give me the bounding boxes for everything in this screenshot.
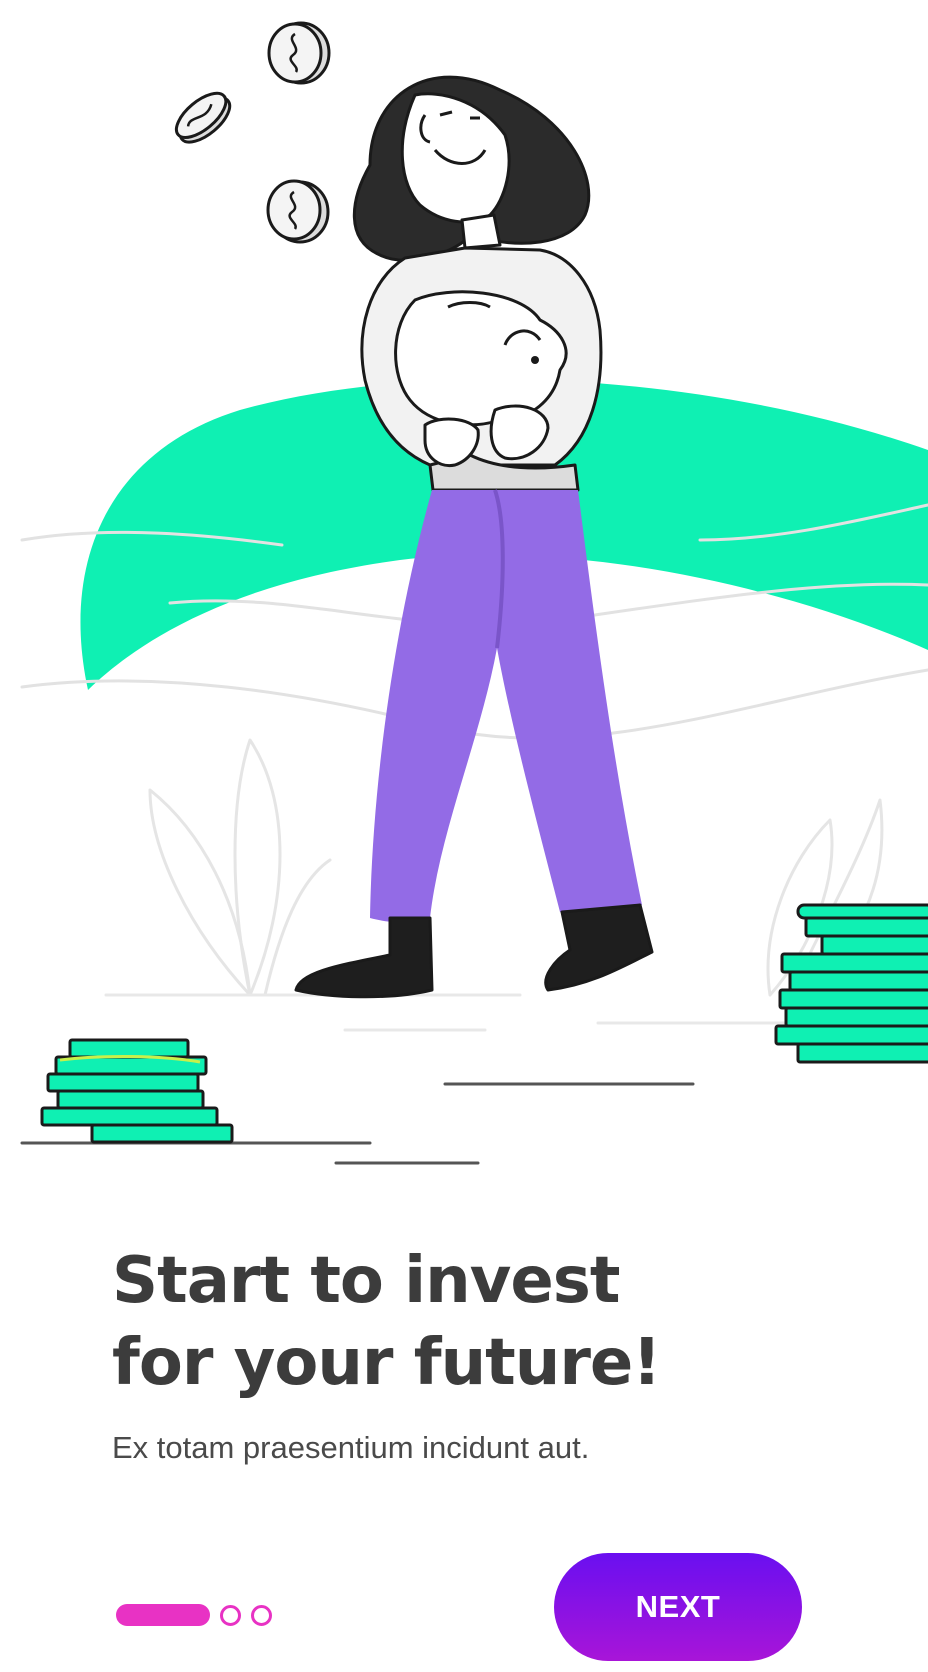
onboarding-screen: Start to invest for your future! Ex tota… <box>0 0 928 1672</box>
page-indicator <box>116 1603 272 1627</box>
coin-stack-icon <box>40 1038 234 1144</box>
coin-stack-icon <box>774 903 928 1064</box>
next-button[interactable]: NEXT <box>554 1553 802 1661</box>
headline-line-1: Start to invest <box>112 1244 620 1318</box>
coin-icon <box>266 179 330 244</box>
page-indicator-dot-3[interactable] <box>251 1604 272 1626</box>
coin-icon <box>174 91 232 144</box>
leaf-icon <box>148 738 884 997</box>
page-indicator-dot-2[interactable] <box>220 1604 241 1626</box>
page-indicator-dot-active[interactable] <box>116 1604 210 1626</box>
onboarding-subtitle: Ex totam praesentium incidunt aut. <box>112 1430 590 1465</box>
headline-line-2: for your future! <box>112 1326 661 1400</box>
onboarding-illustration <box>20 21 928 1165</box>
coin-icon <box>267 21 331 85</box>
onboarding-headline: Start to invest for your future! <box>112 1240 832 1404</box>
